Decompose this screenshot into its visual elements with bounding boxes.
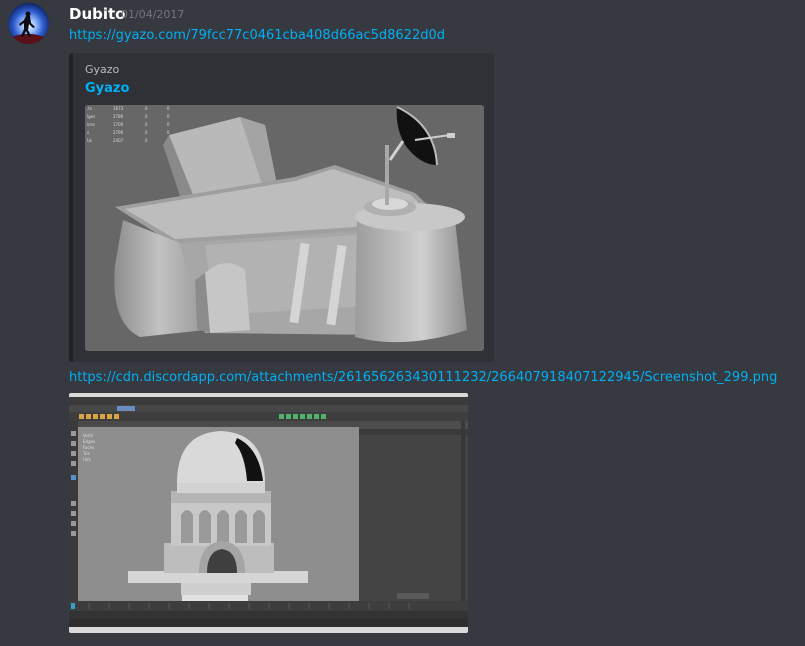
svg-text:.ts: .ts (87, 106, 92, 111)
message-timestamp: 01/04/2017 (121, 8, 185, 21)
svg-text:UVs: UVs (83, 457, 91, 462)
image-attachment[interactable]: Verts Edges Faces Tris UVs (69, 393, 468, 633)
svg-text:Edges: Edges (83, 439, 95, 444)
attachment-link[interactable]: https://cdn.discordapp.com/attachments/2… (69, 369, 777, 387)
svg-text:2780: 2780 (113, 114, 124, 119)
maya-screenshot: VertsEdgesFaces TrisUVs (69, 393, 468, 633)
username[interactable]: Dubito (69, 5, 125, 23)
embed-image[interactable]: .ts 1673 0 0 lges 2780 0 0 ices 1700 0 0 s 2796 0 0 … (85, 105, 484, 351)
gyazo-link[interactable]: https://gyazo.com/79fcc77c0461cba408d66a… (69, 27, 445, 45)
avatar-image (10, 11, 46, 44)
svg-text:Verts: Verts (83, 433, 93, 438)
svg-text:lges: lges (87, 114, 95, 119)
svg-text:Uv: Uv (87, 138, 93, 143)
building-render: .ts 1673 0 0 lges 2780 0 0 ices 1700 0 0 s 2796 0 0 … (85, 105, 484, 351)
svg-text:ices: ices (87, 122, 95, 127)
svg-text:2796: 2796 (113, 130, 124, 135)
link-embed: Gyazo Gyazo .ts 1673 0 0 lges 2780 0 0 i… (69, 53, 494, 362)
svg-text:s: s (87, 130, 89, 135)
avatar[interactable] (8, 3, 49, 44)
svg-text:Tris: Tris (82, 451, 90, 456)
chat-message: Dubito 01/04/2017 https://gyazo.com/79fc… (0, 0, 805, 646)
svg-text:1673: 1673 (113, 106, 124, 111)
embed-provider[interactable]: Gyazo (85, 63, 119, 76)
svg-text:2407: 2407 (113, 138, 124, 143)
svg-text:1700: 1700 (113, 122, 124, 127)
svg-text:Faces: Faces (83, 445, 94, 450)
embed-title[interactable]: Gyazo (85, 81, 129, 96)
